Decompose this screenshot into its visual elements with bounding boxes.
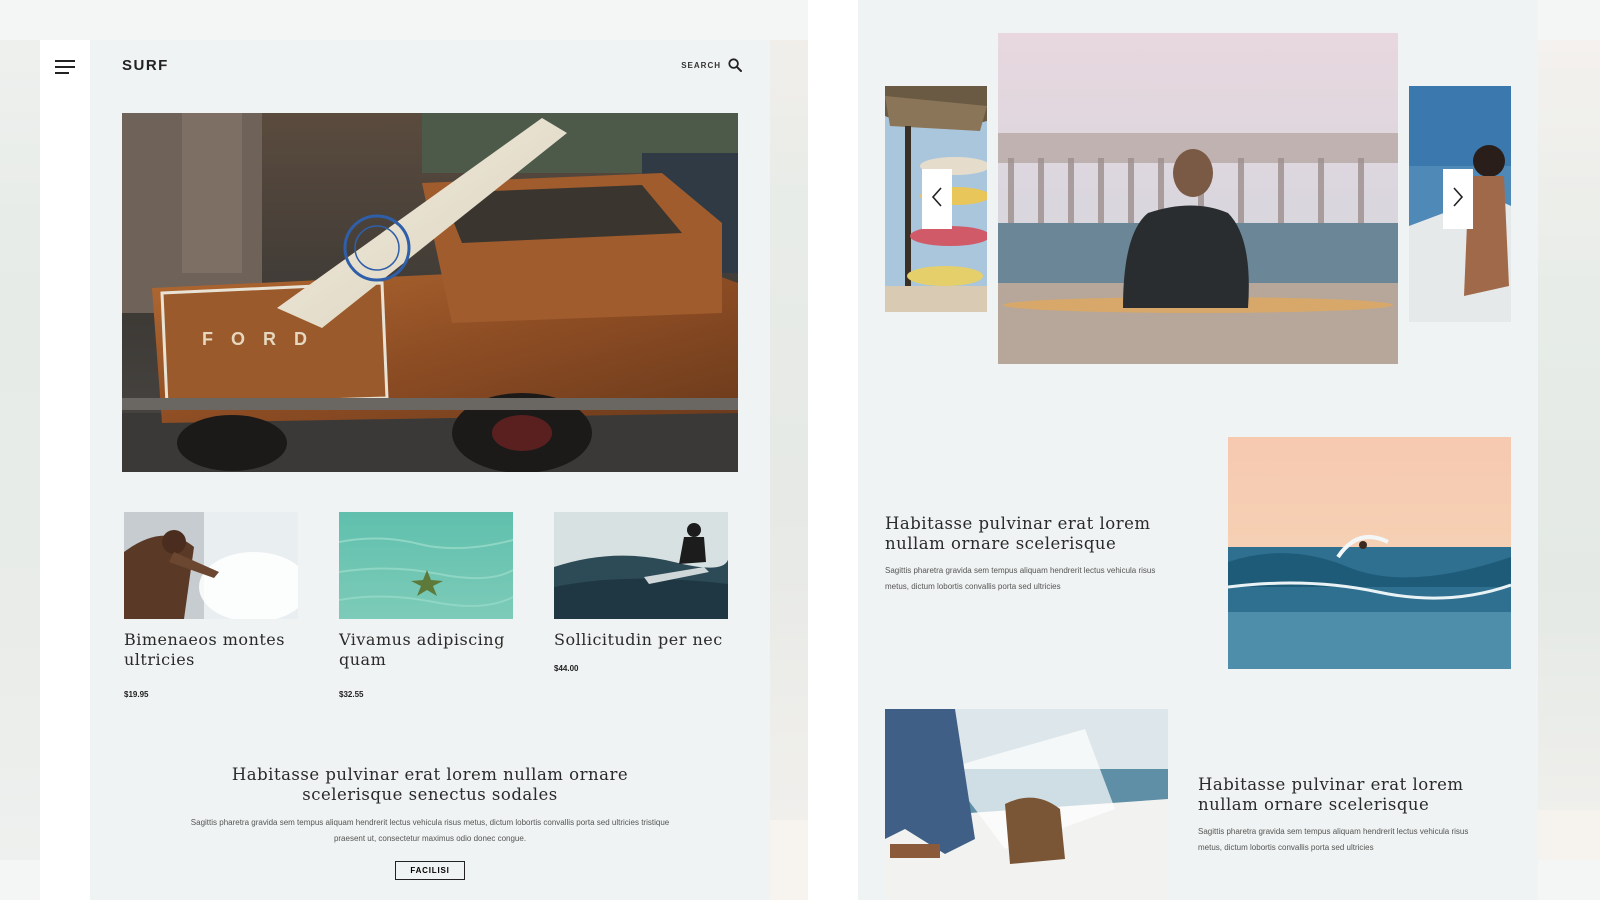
- product-title[interactable]: Bimenaeos montes ultricies: [124, 630, 298, 670]
- chevron-left-icon: [931, 186, 943, 212]
- feature-title: Habitasse pulvinar erat lorem nullam orn…: [885, 514, 1151, 553]
- svg-text:FORD: FORD: [202, 329, 325, 349]
- carousel-prev-button[interactable]: [922, 169, 952, 229]
- product-card[interactable]: Sollicitudin per nec $44.00: [554, 512, 728, 673]
- product-title[interactable]: Vivamus adipiscing quam: [339, 630, 513, 670]
- page-gap: [808, 0, 858, 900]
- feature-block: Habitasse pulvinar erat lorem nullam orn…: [885, 514, 1175, 595]
- background-strip: [1538, 810, 1600, 860]
- feature-block: Habitasse pulvinar erat lorem nullam orn…: [1198, 775, 1488, 856]
- carousel-next-button[interactable]: [1443, 169, 1473, 229]
- gallery-page: Habitasse pulvinar erat lorem nullam orn…: [858, 0, 1538, 900]
- background-strip: [770, 40, 810, 820]
- feature-image[interactable]: [1228, 437, 1511, 669]
- product-image[interactable]: [339, 512, 513, 619]
- feature-image[interactable]: [885, 709, 1168, 900]
- intro-title: Habitasse pulvinar erat lorem nullam orn…: [231, 765, 629, 804]
- search-label: SEARCH: [681, 60, 721, 70]
- hero-image[interactable]: FORD: [122, 113, 738, 472]
- product-image[interactable]: [124, 512, 298, 619]
- product-title[interactable]: Sollicitudin per nec: [554, 630, 728, 650]
- background-strip: [0, 40, 40, 860]
- feature-text: Sagittis pharetra gravida sem tempus ali…: [885, 566, 1156, 591]
- product-card[interactable]: Vivamus adipiscing quam $32.55: [339, 512, 513, 699]
- intro-section: Habitasse pulvinar erat lorem nullam orn…: [190, 765, 670, 880]
- feature-title: Habitasse pulvinar erat lorem nullam orn…: [1198, 775, 1464, 814]
- product-price: $32.55: [339, 690, 364, 699]
- home-page: SURF SEARCH FORD Bimenaeos montes ultric…: [90, 40, 770, 900]
- feature-text: Sagittis pharetra gravida sem tempus ali…: [1198, 827, 1469, 852]
- product-card[interactable]: Bimenaeos montes ultricies $19.95: [124, 512, 298, 699]
- background-strip: [770, 820, 810, 900]
- product-image[interactable]: [554, 512, 728, 619]
- product-price: $19.95: [124, 690, 149, 699]
- chevron-right-icon: [1452, 186, 1464, 212]
- intro-text: Sagittis pharetra gravida sem tempus ali…: [190, 818, 670, 843]
- facilisi-button[interactable]: FACILISI: [395, 861, 465, 880]
- background-strip: [1538, 40, 1600, 810]
- hamburger-menu-icon[interactable]: [55, 60, 75, 74]
- search-icon: [728, 58, 742, 72]
- product-price: $44.00: [554, 664, 579, 673]
- search-button[interactable]: SEARCH: [681, 58, 742, 72]
- mockup-stage: SURF SEARCH FORD Bimenaeos montes ultric…: [0, 0, 1600, 900]
- carousel-slide-active[interactable]: [998, 33, 1398, 364]
- left-sidebar: [40, 40, 90, 900]
- brand-logo[interactable]: SURF: [122, 57, 169, 74]
